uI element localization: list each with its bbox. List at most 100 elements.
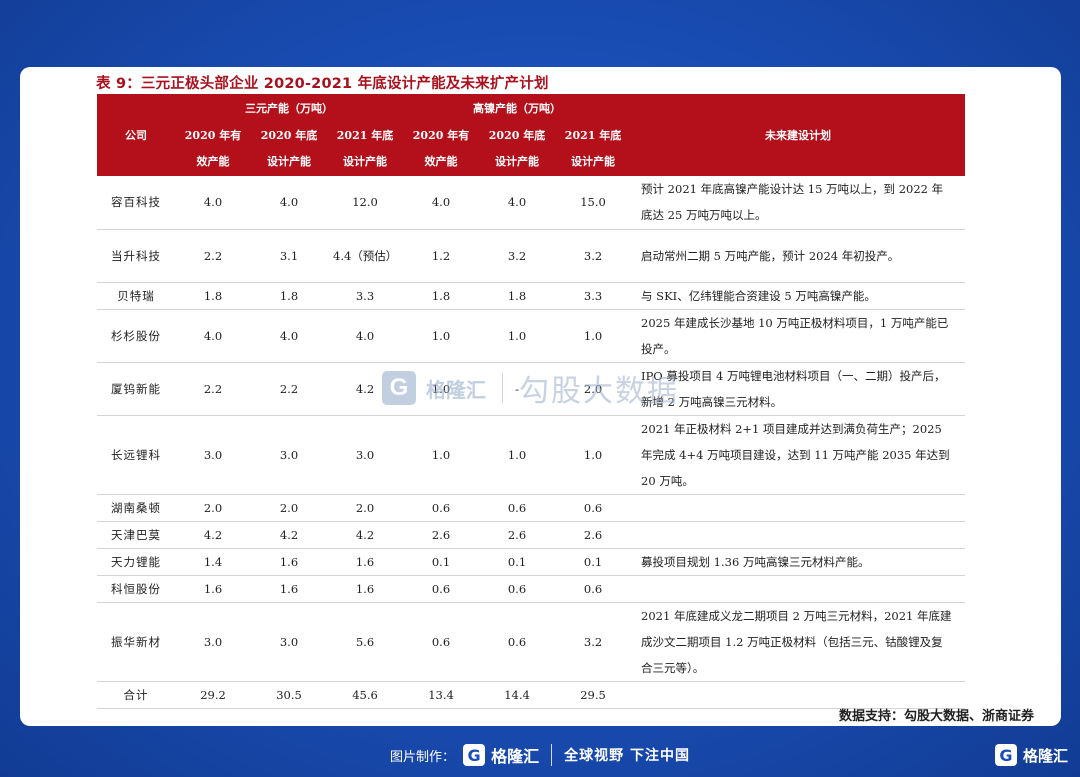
value-cell: 0.1 bbox=[479, 548, 556, 576]
header-sub-line1: 2021 年底 bbox=[336, 129, 394, 142]
company-cell: 杉杉股份 bbox=[97, 309, 175, 363]
header-sub-line1: 2021 年底 bbox=[564, 129, 622, 142]
header-sub-line2: 设计产能 bbox=[495, 155, 540, 168]
plan-cell: 2021 年底建成义龙二期项目 2 万吨三元材料，2021 年底建成沙文二期项目… bbox=[631, 602, 966, 682]
value-cell: 4.2 bbox=[175, 521, 251, 549]
value-cell: 2.2 bbox=[175, 229, 251, 283]
header-group-ternary: 三元产能（万吨） bbox=[175, 94, 404, 122]
value-cell: 1.0 bbox=[479, 309, 556, 363]
value-cell: 2.0 bbox=[327, 494, 404, 522]
value-cell: 3.0 bbox=[251, 415, 327, 495]
value-cell: 30.5 bbox=[251, 681, 327, 709]
value-cell: 1.0 bbox=[479, 415, 556, 495]
table-row: 湖南桑顿 2.0 2.0 2.0 0.6 0.6 0.6 bbox=[97, 494, 966, 522]
plan-cell: 与 SKI、亿纬锂能合资建设 5 万吨高镍产能。 bbox=[631, 282, 966, 310]
value-cell: 29.2 bbox=[175, 681, 251, 709]
watermark-logo-icon: G bbox=[382, 371, 416, 405]
value-cell: 2.6 bbox=[479, 521, 556, 549]
plan-cell: 2025 年建成长沙基地 10 万吨正极材料项目，1 万吨产能已投产。 bbox=[631, 309, 966, 363]
value-cell: 2.6 bbox=[555, 521, 632, 549]
header-sub-line2: 效产能 bbox=[196, 155, 230, 168]
header-sub-0: 2020 年有 效产能 bbox=[175, 122, 251, 176]
value-cell: 3.1 bbox=[251, 229, 327, 283]
watermark-brand: 格隆汇 bbox=[426, 377, 486, 402]
plan-cell: 2021 年正极材料 2+1 项目建成并达到满负荷生产；2025 年完成 4+4… bbox=[631, 415, 966, 495]
table-row: 杉杉股份 4.0 4.0 4.0 1.0 1.0 1.0 2025 年建成长沙基地 10 万吨… bbox=[97, 309, 966, 363]
header-sub-4: 2020 年底 设计产能 bbox=[479, 122, 556, 176]
header-sub-line1: 2020 年有 bbox=[184, 129, 242, 142]
header-sub-line2: 效产能 bbox=[424, 155, 458, 168]
value-cell: 1.6 bbox=[327, 548, 404, 576]
table-row: 合计 29.2 30.5 45.6 13.4 14.4 29.5 bbox=[97, 681, 966, 709]
watermark-divider bbox=[502, 373, 503, 403]
value-cell: 0.6 bbox=[403, 575, 480, 603]
footer-logo-icon: G bbox=[463, 744, 486, 766]
value-cell: 3.2 bbox=[555, 229, 632, 283]
company-cell: 振华新材 bbox=[97, 602, 175, 682]
data-source: 数据支持：勾股大数据、浙商证券 bbox=[838, 709, 1034, 724]
footer-divider bbox=[551, 744, 553, 766]
value-cell: 3.3 bbox=[555, 282, 632, 310]
header-sub-3: 2020 年有 效产能 bbox=[403, 122, 480, 176]
value-cell: 1.6 bbox=[327, 575, 404, 603]
value-cell: 4.0 bbox=[327, 309, 404, 363]
value-cell: 3.0 bbox=[251, 602, 327, 682]
value-cell: 0.6 bbox=[479, 494, 556, 522]
footer-slogan: 全球视野 下注中国 bbox=[564, 748, 690, 764]
header-sub-1: 2020 年底 设计产能 bbox=[251, 122, 327, 176]
header-sub-line2: 设计产能 bbox=[571, 155, 616, 168]
value-cell: 0.6 bbox=[479, 602, 556, 682]
header-plan: 未来建设计划 bbox=[631, 94, 966, 176]
value-cell: 12.0 bbox=[327, 176, 404, 230]
value-cell: 4.0 bbox=[403, 176, 480, 230]
value-cell: 1.8 bbox=[403, 282, 480, 310]
value-cell: 3.2 bbox=[479, 229, 556, 283]
company-cell: 长远锂科 bbox=[97, 415, 175, 495]
value-cell: 2.0 bbox=[175, 494, 251, 522]
plan-cell bbox=[631, 575, 966, 603]
value-cell: 1.0 bbox=[403, 415, 480, 495]
plan-cell bbox=[631, 681, 966, 709]
value-cell: 4.0 bbox=[175, 176, 251, 230]
company-cell: 贝特瑞 bbox=[97, 282, 175, 310]
header-sub-line2: 设计产能 bbox=[343, 155, 387, 168]
company-cell: 天力锂能 bbox=[97, 548, 175, 576]
table-title: 表 9：三元正极头部企业 2020-2021 年底设计产能及未来扩产计划 bbox=[96, 76, 549, 92]
value-cell: 0.6 bbox=[555, 575, 632, 603]
value-cell: 0.6 bbox=[479, 575, 556, 603]
value-cell: 0.6 bbox=[403, 494, 480, 522]
footer-made-by: 图片制作： bbox=[390, 749, 456, 765]
value-cell: 4.0 bbox=[175, 309, 251, 363]
plan-cell: 启动常州二期 5 万吨产能，预计 2024 年初投产。 bbox=[631, 229, 966, 283]
company-cell: 科恒股份 bbox=[97, 575, 175, 603]
value-cell: 1.8 bbox=[479, 282, 556, 310]
value-cell: 0.1 bbox=[555, 548, 632, 576]
value-cell: 4.0 bbox=[479, 176, 556, 230]
value-cell: 14.4 bbox=[479, 681, 556, 709]
value-cell: 15.0 bbox=[555, 176, 632, 230]
footer-brand: 格隆汇 bbox=[491, 747, 540, 766]
value-cell: 1.8 bbox=[175, 282, 251, 310]
value-cell: 1.6 bbox=[251, 548, 327, 576]
value-cell: 1.4 bbox=[175, 548, 251, 576]
table-row: 天力锂能 1.4 1.6 1.6 0.1 0.1 0.1 募投项目规划 1.36 万吨高镍三元… bbox=[97, 548, 966, 576]
company-cell: 合计 bbox=[97, 681, 175, 709]
table-row: 容百科技 4.0 4.0 12.0 4.0 4.0 15.0 预计 2021 年底高镍产能设计… bbox=[97, 176, 966, 230]
value-cell: 0.6 bbox=[555, 494, 632, 522]
value-cell: 4.4（预估） bbox=[327, 229, 404, 283]
corner-logo-icon: G bbox=[994, 744, 1017, 766]
value-cell: 13.4 bbox=[403, 681, 480, 709]
value-cell: 3.0 bbox=[327, 415, 404, 495]
value-cell: 2.6 bbox=[403, 521, 480, 549]
corner-brand: 格隆汇 bbox=[1022, 746, 1068, 765]
value-cell: 4.0 bbox=[251, 176, 327, 230]
header-sub-2: 2021 年底 设计产能 bbox=[327, 122, 404, 176]
table-row: 天津巴莫 4.2 4.2 4.2 2.6 2.6 2.6 bbox=[97, 521, 966, 549]
value-cell: 3.0 bbox=[175, 602, 251, 682]
value-cell: 4.2 bbox=[327, 521, 404, 549]
value-cell: 1.2 bbox=[403, 229, 480, 283]
header-group-high-nickel: 高镍产能（万吨） bbox=[403, 94, 632, 122]
value-cell: 2.2 bbox=[251, 362, 327, 416]
watermark: G 格隆汇 勾股大数据 bbox=[382, 368, 679, 409]
value-cell: 5.6 bbox=[327, 602, 404, 682]
